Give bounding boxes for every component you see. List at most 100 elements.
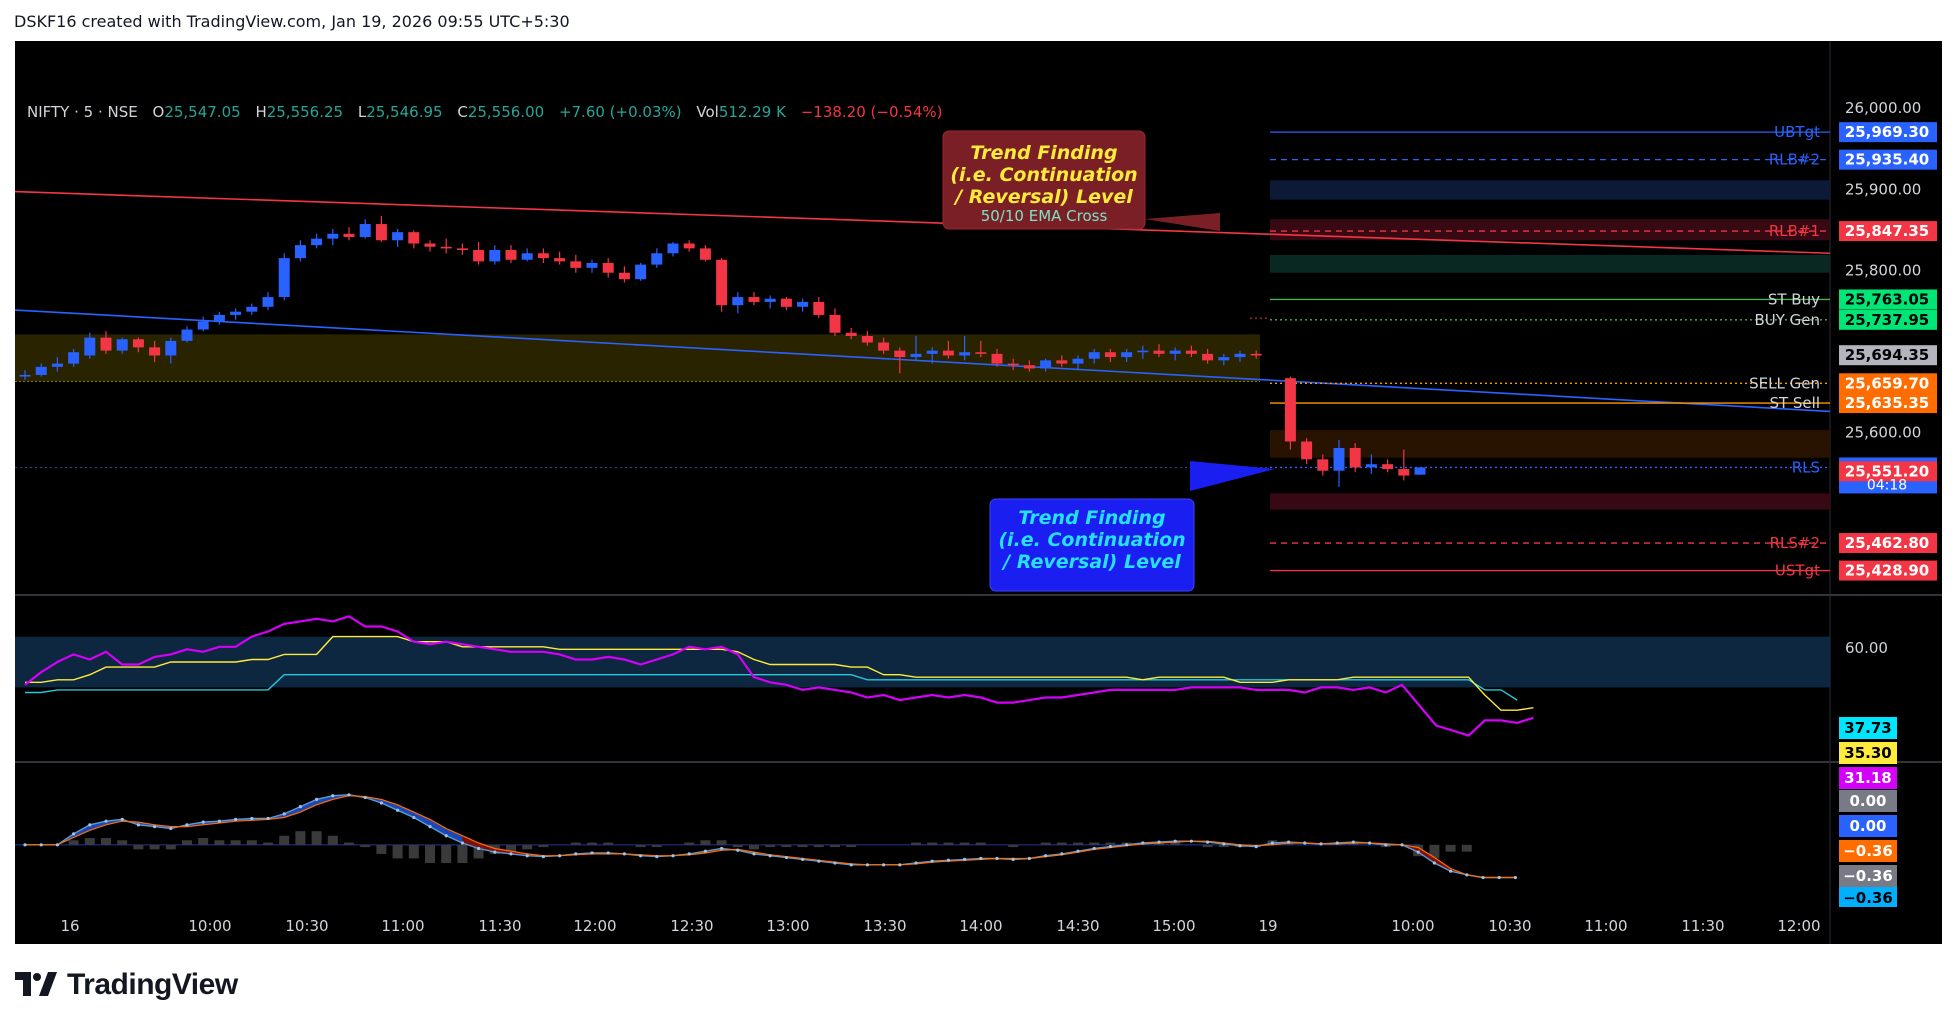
macd-dot [1238,844,1242,848]
candle-body [51,363,63,367]
histogram-bar [117,840,128,845]
candle-body [1382,464,1394,470]
histogram-bar [797,844,808,848]
time-axis-tick: 15:00 [1152,917,1195,935]
macd-dot [898,863,902,867]
macd-dot [460,841,464,845]
candle-body [1153,350,1165,354]
candle-body [1250,353,1262,356]
histogram-bar [1105,842,1116,845]
tradingview-logo[interactable]: TradingView [15,968,238,1002]
macd-dot [1060,852,1064,856]
candle-body [294,245,306,259]
macd-dot [136,823,140,827]
candle-body [19,374,31,377]
histogram-bar [1089,842,1100,845]
candle-body [667,243,679,254]
candle-body [942,350,954,356]
macd-dot [574,852,578,856]
macd-dot [541,855,546,859]
annotation-top[interactable]: Trend Finding (i.e. Continuation / Rever… [942,130,1220,231]
macd-dot [995,856,999,861]
histogram-bar [603,842,614,845]
macd-dot [1287,840,1291,844]
legend-h-label: H [255,103,266,121]
level-label: RLB#1 [1769,222,1820,240]
time-axis: 16 10:00 10:30 11:00 11:30 12:00 12:30 13:00 13:… [60,917,1820,935]
macd-dot [817,859,821,863]
macd-dot [1449,869,1453,873]
macd-dot [72,832,76,836]
candle-body [635,264,647,280]
histogram-bar [149,844,160,850]
price-axis-tick: 25,800.00 [1845,261,1921,279]
chart-header: DSKF16 created with TradingView.com, Jan… [14,12,570,31]
candle-body [926,350,938,354]
candle-body [991,353,1003,364]
candle-body [262,297,274,307]
macd-dot [428,825,432,829]
macd-dot [1303,841,1307,845]
candle-body [440,246,452,249]
macd-dot [1432,861,1436,865]
candle-body [602,262,614,273]
candle-body [894,350,906,358]
macd-dot [347,793,351,797]
histogram-bar [360,844,371,848]
macd-dot [1351,840,1355,844]
legend-vol-label: Vol [696,103,718,121]
legend-day-change: −138.20 (−0.54%) [801,103,943,121]
histogram-bar [684,842,695,845]
price-tag: 25,462.80 [1845,534,1929,552]
macd-dot [1076,849,1080,853]
legend-symbol: NIFTY · 5 · NSE [27,103,138,121]
candle-body [748,297,760,302]
histogram-bar [911,842,921,845]
chart-canvas[interactable]: UBTgt RLB#2 RLB#1 ST Buy BUY Gen SELL Gen ST S… [15,41,1942,944]
countdown-timer: 04:18 [1867,477,1907,493]
candle-body [149,347,161,356]
chart-frame[interactable]: UBTgt RLB#2 RLB#1 ST Buy BUY Gen SELL Gen ST S… [15,41,1942,944]
price-tag: 25,935.40 [1845,151,1929,169]
candle-body [910,353,922,358]
macd-dot [315,797,319,801]
osc-tag: 31.18 [1844,769,1891,787]
histogram-bar [1461,844,1472,852]
macd-dot [655,855,659,859]
macd-dot [509,852,513,856]
legend-c-label: C [457,103,467,121]
level-label: ST Sell [1769,394,1820,412]
oscillator-pane [15,615,1830,737]
osc-tag: 37.73 [1844,719,1891,737]
histogram-bar [84,838,95,845]
macd-dot [849,863,853,867]
candle-body [537,253,549,259]
histogram-bar [408,844,419,859]
candle-body [505,250,517,260]
histogram-bar [570,842,581,845]
time-axis-tick: 10:30 [285,917,328,935]
macd-dot [39,843,43,847]
macd-dot [558,854,562,858]
macd-dot [1416,850,1420,854]
histogram-bar [101,838,111,845]
macd-dot [23,843,27,847]
candle-body [132,339,144,348]
candle-body [408,232,420,244]
macd-dot [266,816,270,821]
time-axis-tick: 11:30 [478,917,521,935]
candle-body [278,258,290,298]
macd-dot [169,826,173,831]
annotation-top-line-1: Trend Finding [970,142,1117,164]
candle-body [1023,365,1035,369]
macd-dot [1465,873,1469,877]
histogram-bar [182,840,192,845]
macd-dot [720,846,724,851]
annotation-bottom[interactable]: Trend Finding (i.e. Continuation / Rever… [989,461,1275,592]
macd-dot [882,863,886,867]
candle-body [959,352,971,356]
macd-dot [525,854,529,858]
candle-body [764,298,776,302]
histogram-bar [813,844,824,848]
time-axis-tick: 10:30 [1488,917,1531,935]
